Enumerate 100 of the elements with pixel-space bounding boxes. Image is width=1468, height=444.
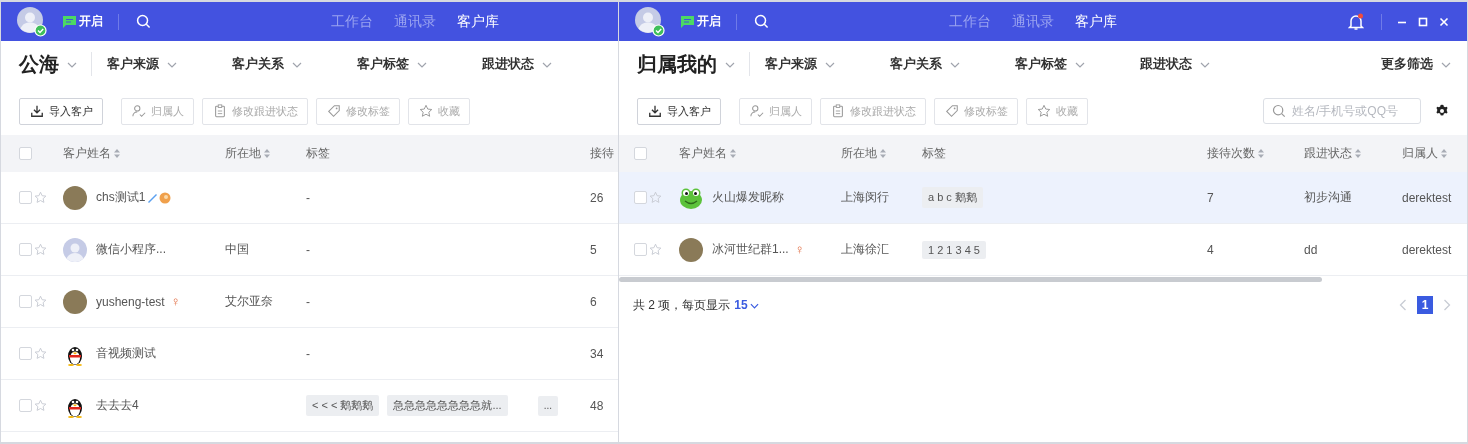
filter-dropdown[interactable]: 跟进状态: [482, 55, 607, 73]
star-icon[interactable]: [34, 295, 47, 308]
owner-name: derektest: [1402, 241, 1452, 258]
search-icon[interactable]: [136, 14, 151, 29]
clipboard-icon: [831, 104, 845, 118]
female-symbol: ♀: [794, 242, 805, 257]
star-icon[interactable]: [34, 243, 47, 256]
sort-icon[interactable]: [114, 149, 120, 158]
bell-icon[interactable]: [1348, 12, 1364, 31]
customer-name[interactable]: 冰河世纪群1...: [712, 241, 789, 258]
column-header[interactable]: 标签: [922, 145, 946, 162]
customer-name[interactable]: chs测试1: [96, 189, 146, 206]
filter-dropdown[interactable]: 客户来源: [765, 55, 890, 73]
visit-count: 26: [590, 190, 604, 205]
table-row[interactable]: 去去去4 < < < 鹅鹅鹅 急急急急急急急急就... ... 48: [1, 380, 618, 432]
caret-down-icon: [950, 61, 960, 68]
column-header[interactable]: 客户姓名: [63, 145, 111, 162]
checkbox[interactable]: [19, 347, 32, 360]
star-icon[interactable]: [34, 399, 47, 412]
column-header[interactable]: 接待次数: [1207, 145, 1255, 162]
filter-dropdown[interactable]: 客户标签: [1015, 55, 1140, 73]
checkbox[interactable]: [19, 399, 32, 412]
action-button[interactable]: 导入客户: [19, 97, 103, 125]
status-toggle[interactable]: 开启: [63, 13, 103, 30]
checkbox[interactable]: [634, 243, 647, 256]
table-row[interactable]: 冰河世纪群1... ♀ 上海徐汇 1 2 1 3 4 5 4 dd derektest: [619, 224, 1467, 276]
table-row[interactable]: chs测试1 - 26: [1, 172, 618, 224]
star-icon[interactable]: [34, 347, 47, 360]
settings-icon[interactable]: [1435, 104, 1449, 118]
chevron-right-icon[interactable]: [1443, 299, 1451, 311]
follow-status: 初步沟通: [1304, 189, 1352, 206]
close-icon[interactable]: [1439, 16, 1449, 27]
column-header[interactable]: 所在地: [841, 145, 877, 162]
chevron-left-icon[interactable]: [1399, 299, 1407, 311]
star-icon[interactable]: [649, 191, 662, 204]
page-size-dropdown[interactable]: 15: [734, 298, 759, 312]
filter-dropdown[interactable]: 跟进状态: [1140, 55, 1265, 73]
column-header[interactable]: 客户姓名: [679, 145, 727, 162]
visit-count: 6: [590, 294, 597, 309]
checkbox[interactable]: [19, 243, 32, 256]
scope-dropdown[interactable]: 公海: [19, 50, 77, 78]
customer-name[interactable]: 微信小程序...: [96, 241, 166, 258]
customer-name[interactable]: 火山爆发昵称: [712, 189, 784, 206]
sort-icon[interactable]: [1355, 149, 1361, 158]
caret-down-icon: [825, 61, 835, 68]
maximize-icon[interactable]: [1418, 16, 1428, 27]
checkbox[interactable]: [19, 147, 32, 160]
filter-dropdown[interactable]: 客户关系: [232, 55, 357, 73]
star-icon[interactable]: [34, 191, 47, 204]
more-filters-dropdown[interactable]: 更多筛选: [1381, 55, 1467, 73]
caret-down-icon: [749, 302, 759, 309]
customer-name[interactable]: 音视频测试: [96, 345, 156, 362]
scrollbar[interactable]: [619, 277, 1322, 282]
table-row[interactable]: yusheng-test ♀ 艾尔亚奈 - 6: [1, 276, 618, 328]
customer-name[interactable]: yusheng-test: [96, 294, 165, 309]
download-icon: [648, 104, 662, 118]
user-avatar-icon[interactable]: [17, 6, 47, 37]
sort-icon[interactable]: [264, 149, 270, 158]
search-field[interactable]: 姓名/手机号或QQ号: [1263, 98, 1421, 124]
page-button[interactable]: 1: [1417, 296, 1433, 314]
caret-down-icon: [292, 61, 302, 68]
column-header[interactable]: 跟进状态: [1304, 145, 1352, 162]
column-header[interactable]: 所在地: [225, 145, 261, 162]
chat-icon: [63, 15, 76, 28]
filter-dropdown[interactable]: 客户关系: [890, 55, 1015, 73]
checkbox[interactable]: [634, 147, 647, 160]
visit-count: 5: [590, 242, 597, 257]
caret-down-icon: [725, 61, 735, 68]
search-icon[interactable]: [754, 14, 769, 29]
table-row[interactable]: 音视频测试 - 34: [1, 328, 618, 380]
table-row[interactable]: 微信小程序... 中国 - 5: [1, 224, 618, 276]
checkbox[interactable]: [19, 191, 32, 204]
star-icon[interactable]: [649, 243, 662, 256]
filter-dropdown[interactable]: 客户标签: [357, 55, 482, 73]
customer-name[interactable]: 去去去4: [96, 397, 139, 414]
more-tags-button[interactable]: ...: [537, 395, 558, 416]
user-avatar-icon[interactable]: [635, 6, 665, 37]
tag-chip: 急急急急急急急急就...: [387, 395, 508, 416]
column-header[interactable]: 标签: [306, 145, 330, 162]
sort-icon[interactable]: [1441, 149, 1447, 158]
nav-tab[interactable]: 客户库: [457, 12, 499, 31]
tag-icon: [945, 104, 959, 118]
checkbox[interactable]: [19, 295, 32, 308]
caret-down-icon: [167, 61, 177, 68]
filter-dropdown[interactable]: 客户来源: [107, 55, 232, 73]
sort-icon[interactable]: [880, 149, 886, 158]
caret-down-icon: [1441, 61, 1451, 68]
sort-icon[interactable]: [1258, 149, 1264, 158]
caret-down-icon: [1200, 61, 1210, 68]
column-header[interactable]: 接待: [590, 145, 614, 162]
checkbox[interactable]: [634, 191, 647, 204]
sort-icon[interactable]: [730, 149, 736, 158]
caret-down-icon: [1075, 61, 1085, 68]
column-header[interactable]: 归属人: [1402, 145, 1438, 162]
table-row[interactable]: 火山爆发昵称 上海闵行 a b c 鹅鹅 7 初步沟通 derektest: [619, 172, 1467, 224]
scope-dropdown[interactable]: 归属我的: [637, 50, 735, 78]
status-toggle[interactable]: 开启: [681, 13, 721, 30]
action-button[interactable]: 导入客户: [637, 97, 721, 125]
nav-tab[interactable]: 客户库: [1075, 12, 1117, 31]
female-symbol: ♀: [170, 294, 181, 309]
